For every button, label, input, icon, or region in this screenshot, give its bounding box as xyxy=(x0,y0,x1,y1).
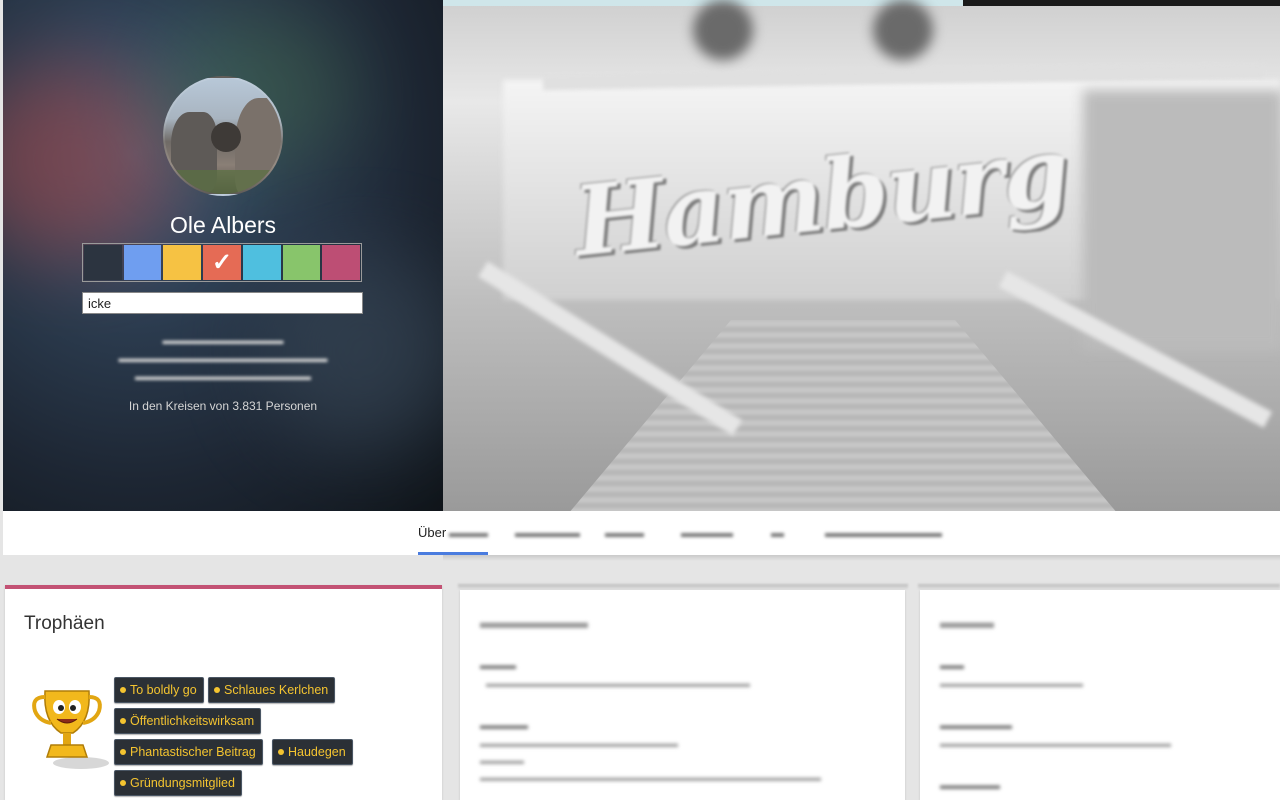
cover-tree xyxy=(693,0,753,60)
blurred-text: ▬▬▬▬▬▬▬▬▬▬▬▬▬▬▬▬▬▬▬▬▬ xyxy=(940,738,1171,750)
cover-photo[interactable]: Hamburg xyxy=(443,0,1280,511)
trophies-title: Trophäen xyxy=(24,613,105,634)
cover-tree xyxy=(873,0,933,60)
badge-schlaues-kerlchen[interactable]: Schlaues Kerlchen xyxy=(208,677,336,703)
blurred-text: ▬▬▬▬▬▬▬▬▬▬▬▬▬▬▬▬▬▬▬▬▬▬▬▬▬▬▬▬▬▬▬ xyxy=(480,772,821,784)
story-card-blurred: ▬▬▬▬▬▬ ▬▬▬ ▬▬▬▬▬▬▬▬▬▬▬▬▬▬▬▬▬▬▬▬▬▬▬▬ ▬▬▬▬… xyxy=(460,590,905,800)
tab-photos[interactable]: ▬▬▬ xyxy=(605,525,644,540)
circles-count: In den Kreisen von 3.831 Personen xyxy=(128,399,318,413)
color-swatch[interactable] xyxy=(282,245,321,280)
color-swatch[interactable] xyxy=(322,245,361,280)
badge-oeffentlichkeitswirksam[interactable]: Öffentlichkeitswirksam xyxy=(114,708,262,734)
badge-to-boldly-go[interactable]: To boldly go xyxy=(114,677,204,703)
badge-phantastischer-beitrag[interactable]: Phantastischer Beitrag xyxy=(114,739,263,765)
bio-line: ▬▬▬▬▬▬▬▬▬▬▬▬▬▬▬▬▬▬▬ xyxy=(118,353,328,365)
blurred-text: ▬▬▬▬ xyxy=(480,755,524,767)
blurred-label: ▬▬▬▬▬▬ xyxy=(940,718,1012,732)
tab-posts[interactable]: ▬▬▬▬▬ xyxy=(515,525,580,540)
blurred-text: ▬▬▬▬▬▬▬▬▬▬▬▬▬▬▬▬▬▬ xyxy=(480,738,678,750)
trophy-cup-icon xyxy=(32,690,109,769)
tab-reviews[interactable]: ▬▬▬▬▬▬▬▬▬ xyxy=(825,525,942,540)
bio-line: ▬▬▬▬▬▬▬▬▬▬▬▬▬▬▬▬ xyxy=(135,371,311,383)
blurred-text: ▬▬▬▬▬▬▬▬▬▬▬▬▬ xyxy=(940,678,1083,690)
nickname-input[interactable] xyxy=(82,292,363,314)
profile-bio-blurred: ▬▬▬▬▬▬▬▬▬▬▬ ▬▬▬▬▬▬▬▬▬▬▬▬▬▬▬▬▬▬▬ ▬▬▬▬▬▬▬▬… xyxy=(103,332,343,386)
profile-header-panel: Ole Albers ✓ ▬▬▬▬▬▬▬▬▬▬▬ ▬▬▬▬▬▬▬▬▬▬▬▬▬▬▬… xyxy=(3,0,443,511)
blurred-label: ▬▬▬ xyxy=(480,658,516,672)
tab-overview[interactable]: Über xyxy=(418,525,446,540)
cover-stairs xyxy=(563,320,1123,511)
blurred-label: ▬▬▬▬▬ xyxy=(940,778,1000,792)
info-card-blurred: ▬▬▬ ▬▬ ▬▬▬▬▬▬▬▬▬▬▬▬▬ ▬▬▬▬▬▬ ▬▬▬▬▬▬▬▬▬▬▬▬… xyxy=(920,590,1280,800)
color-swatch[interactable] xyxy=(123,245,162,280)
avatar[interactable] xyxy=(163,76,283,196)
tab-overview-rest[interactable]: ▬▬▬ xyxy=(449,525,488,540)
check-icon: ✓ xyxy=(211,249,233,276)
tab-videos[interactable]: ▬▬▬▬ xyxy=(681,525,733,540)
blurred-text: ▬▬▬▬▬▬▬▬▬▬▬▬▬▬▬▬▬▬▬▬▬▬▬▬ xyxy=(486,678,750,690)
blurred-label: ▬▬▬▬ xyxy=(480,718,528,732)
cover-top-edge xyxy=(963,0,1280,6)
trophies-card: Trophäen To boldly go Schlaues Kerlchen … xyxy=(5,585,442,800)
color-swatch[interactable]: ✓ xyxy=(203,245,241,280)
tab-plus-one[interactable]: ▬ xyxy=(771,525,784,540)
color-swatch[interactable] xyxy=(84,245,122,280)
cover-wall-right xyxy=(1083,90,1280,350)
bio-line: ▬▬▬▬▬▬▬▬▬▬▬ xyxy=(162,335,284,347)
blurred-heading: ▬▬▬▬▬▬ xyxy=(480,612,588,632)
tab-bar-shadow xyxy=(443,555,1280,561)
color-swatch[interactable] xyxy=(242,245,281,280)
badge-haudegen[interactable]: Haudegen xyxy=(272,739,353,765)
avatar-ground xyxy=(165,170,281,194)
avatar-stone xyxy=(211,122,241,152)
blurred-label: ▬▬ xyxy=(940,658,964,672)
profile-name: Ole Albers xyxy=(169,212,277,238)
profile-page: Hamburg Ole Albers ✓ ▬▬▬▬▬▬▬▬▬▬▬ ▬▬▬▬▬▬▬… xyxy=(0,0,1280,800)
blurred-heading: ▬▬▬ xyxy=(940,612,994,632)
badge-gruendungsmitglied[interactable]: Gründungsmitglied xyxy=(114,770,242,796)
profile-tab-bar: Über ▬▬▬ ▬▬▬▬▬ ▬▬▬ ▬▬▬▬ ▬ ▬▬▬▬▬▬▬▬▬ xyxy=(3,511,1280,555)
color-swatch[interactable] xyxy=(163,245,202,280)
color-picker: ✓ xyxy=(82,243,362,282)
